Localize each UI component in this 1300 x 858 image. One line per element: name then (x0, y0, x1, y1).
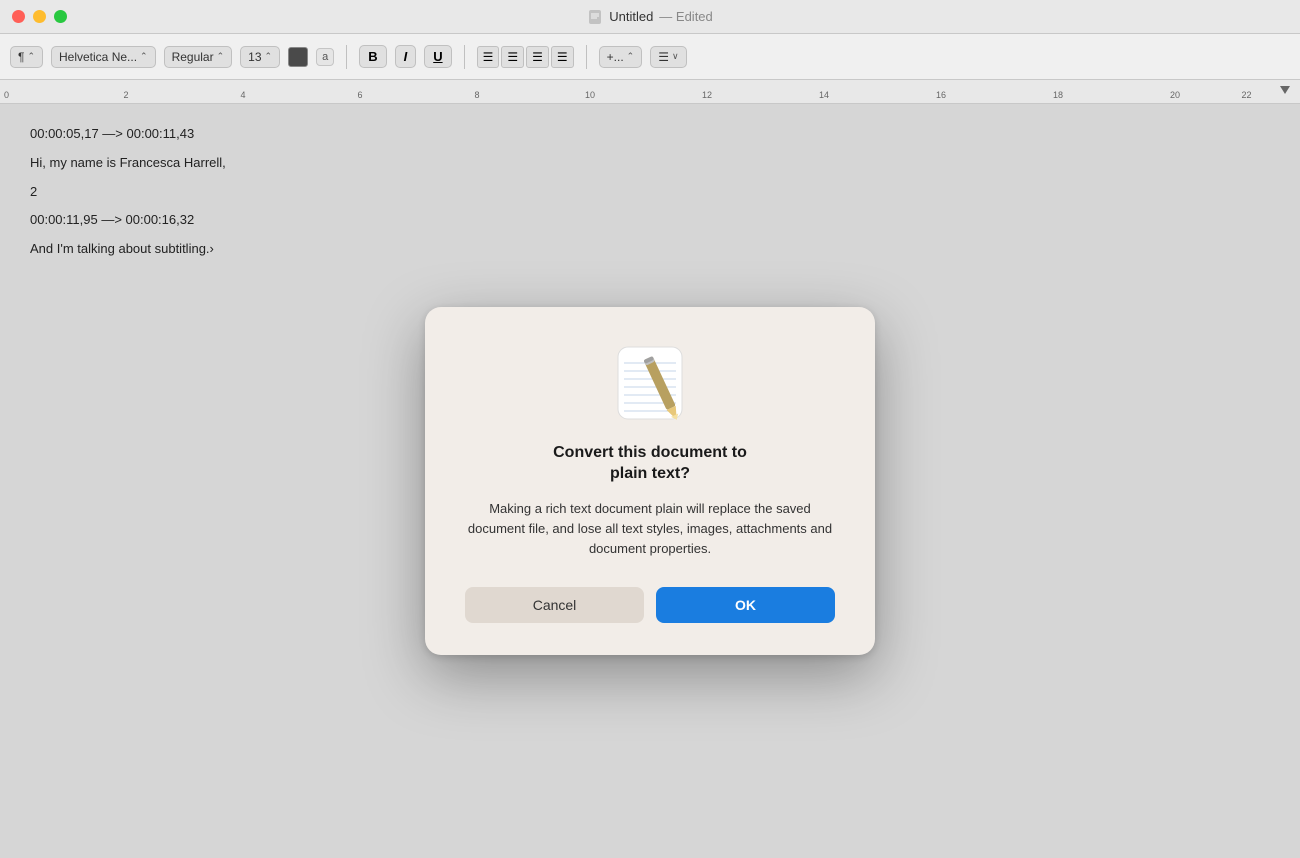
font-size-chevron: ⌃ (265, 51, 273, 62)
font-size-picker[interactable]: 13 ⌃ (240, 46, 280, 68)
more-label: +... (607, 50, 624, 64)
traffic-lights (12, 10, 67, 23)
toolbar-separator-2 (464, 45, 465, 69)
font-ligature-btn[interactable]: a (316, 48, 334, 66)
modal-body: Making a rich text document plain will r… (465, 499, 835, 559)
ruler-num-16: 16 (936, 90, 946, 100)
ruler-num-0: 0 (4, 90, 9, 100)
toolbar: ¶ ⌃ Helvetica Ne... ⌃ Regular ⌃ 13 ⌃ a B… (0, 34, 1300, 80)
title-text: Untitled (609, 9, 653, 24)
more-button[interactable]: +... ⌃ (599, 46, 643, 68)
more-chevron: ⌃ (627, 51, 635, 62)
list-chevron: ∨ (672, 51, 679, 62)
paragraph-chevron: ⌃ (27, 51, 35, 62)
toolbar-separator-3 (586, 45, 587, 69)
ruler-num-6: 6 (358, 90, 363, 100)
font-size-label: 13 (248, 50, 261, 64)
maximize-button[interactable] (54, 10, 67, 23)
ruler-num-20: 20 (1170, 90, 1180, 100)
window-title: Untitled — Edited (587, 9, 713, 25)
convert-dialog: Convert this document toplain text? Maki… (425, 307, 875, 655)
cancel-button[interactable]: Cancel (465, 587, 644, 623)
paragraph-picker[interactable]: ¶ ⌃ (10, 46, 43, 68)
color-swatch[interactable] (288, 47, 308, 67)
textedit-title-icon (587, 9, 603, 25)
ruler-scale: 0 2 4 6 8 10 12 14 16 18 20 22 (0, 80, 1300, 103)
ruler-num-2: 2 (124, 90, 129, 100)
list-label: ☰ (658, 50, 669, 64)
ruler-num-10: 10 (585, 90, 595, 100)
minimize-button[interactable] (33, 10, 46, 23)
toolbar-separator-1 (346, 45, 347, 69)
document-area[interactable]: 00:00:05,17 —> 00:00:11,43 Hi, my name i… (0, 104, 1300, 858)
ruler-num-14: 14 (819, 90, 829, 100)
list-button[interactable]: ☰ ∨ (650, 46, 686, 68)
align-left-button[interactable]: ☰ (477, 46, 500, 68)
paragraph-icon: ¶ (18, 50, 24, 64)
bold-button[interactable]: B (359, 45, 386, 68)
app-icon-container (610, 343, 690, 423)
close-button[interactable] (12, 10, 25, 23)
font-name-chevron: ⌃ (140, 51, 148, 62)
modal-overlay: Convert this document toplain text? Maki… (0, 104, 1300, 858)
font-name-label: Helvetica Ne... (59, 50, 137, 64)
ruler-num-12: 12 (702, 90, 712, 100)
textedit-app-icon (614, 343, 686, 423)
ok-button[interactable]: OK (656, 587, 835, 623)
font-style-label: Regular (172, 50, 214, 64)
ruler-num-22: 22 (1242, 90, 1252, 100)
titlebar: Untitled — Edited (0, 0, 1300, 34)
font-name-picker[interactable]: Helvetica Ne... ⌃ (51, 46, 156, 68)
italic-button[interactable]: I (395, 45, 417, 68)
ruler-num-4: 4 (241, 90, 246, 100)
modal-title: Convert this document toplain text? (553, 443, 747, 485)
ruler-num-18: 18 (1053, 90, 1063, 100)
underline-button[interactable]: U (424, 45, 451, 68)
alignment-group: ☰ ☰ ☰ ☰ (477, 46, 574, 68)
font-style-picker[interactable]: Regular ⌃ (164, 46, 233, 68)
align-right-button[interactable]: ☰ (526, 46, 549, 68)
ruler: 0 2 4 6 8 10 12 14 16 18 20 22 (0, 80, 1300, 104)
font-style-chevron: ⌃ (217, 51, 225, 62)
ruler-num-8: 8 (475, 90, 480, 100)
align-justify-button[interactable]: ☰ (551, 46, 574, 68)
modal-buttons: Cancel OK (465, 587, 835, 623)
align-center-button[interactable]: ☰ (501, 46, 524, 68)
edited-label: — Edited (659, 9, 712, 24)
